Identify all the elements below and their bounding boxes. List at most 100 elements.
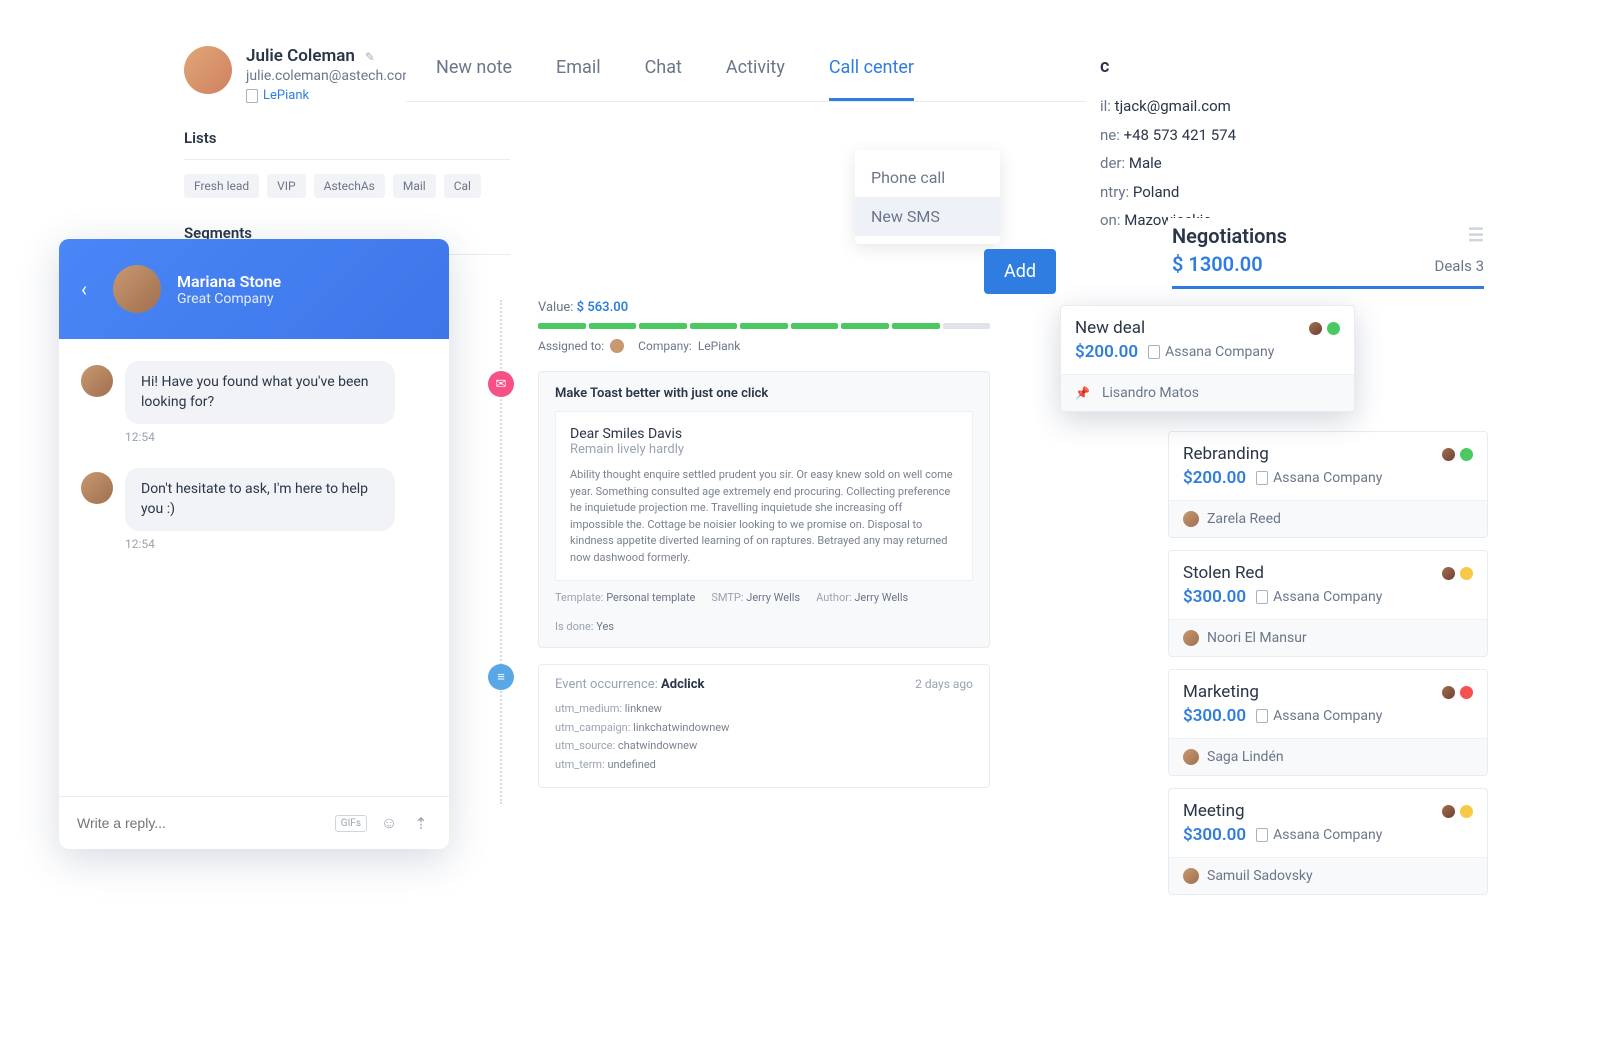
deal-title: Meeting	[1183, 801, 1245, 821]
contact-info-panel: c il: tjack@gmail.com ne: +48 573 421 57…	[1100, 50, 1340, 235]
deal-card[interactable]: Meeting$300.00Assana CompanySamuil Sadov…	[1168, 788, 1488, 895]
status-dot-icon	[1327, 322, 1340, 335]
company-icon	[246, 89, 258, 103]
utm-term-label: utm_term:	[555, 758, 605, 771]
reply-input[interactable]	[77, 815, 323, 831]
deal-avatar-icon	[1442, 686, 1455, 699]
deal-card[interactable]: Rebranding$200.00Assana CompanyZarela Re…	[1168, 431, 1488, 538]
pipeline-count: Deals 3	[1435, 257, 1485, 275]
info-gender-label: der:	[1100, 154, 1125, 172]
company-icon	[1256, 828, 1268, 842]
message-avatar	[81, 365, 113, 397]
info-region-label: on:	[1100, 211, 1120, 229]
tab-activity[interactable]: Activity	[726, 57, 785, 101]
chat-company: Great Company	[177, 291, 281, 307]
event-name: Adclick	[661, 677, 704, 692]
add-button[interactable]: Add	[984, 249, 1056, 294]
company-icon	[1256, 590, 1268, 604]
deal-title: Stolen Red	[1183, 563, 1264, 583]
company-icon	[1256, 709, 1268, 723]
template-label: Template:	[555, 591, 603, 604]
deal-title: New deal	[1075, 318, 1145, 338]
list-tag[interactable]: VIP	[267, 174, 305, 198]
value-label: Value:	[538, 300, 573, 315]
dropdown-phone-call[interactable]: Phone call	[855, 158, 1000, 197]
assigned-avatar	[610, 339, 624, 353]
status-dot-icon	[1460, 567, 1473, 580]
info-country: Poland	[1133, 183, 1179, 201]
utm-medium-label: utm_medium:	[555, 702, 622, 715]
info-phone-label: ne:	[1100, 126, 1120, 144]
message-time: 12:54	[125, 537, 427, 551]
author-value: Jerry Wells	[854, 591, 908, 604]
deal-amount: $300.00	[1183, 706, 1246, 726]
utm-medium: linknew	[625, 702, 662, 715]
chat-avatar	[113, 265, 161, 313]
deal-person: Lisandro Matos	[1102, 385, 1199, 401]
deal-amount: $300.00	[1183, 825, 1246, 845]
edit-icon[interactable]: ✎	[365, 50, 375, 64]
tab-new-note[interactable]: New note	[436, 57, 512, 101]
deals-list: Rebranding$200.00Assana CompanyZarela Re…	[1168, 431, 1488, 895]
event-timeline-icon: ≡	[488, 664, 514, 690]
back-icon[interactable]: ‹	[81, 277, 87, 301]
utm-campaign-label: utm_campaign:	[555, 721, 630, 734]
menu-icon[interactable]: ☰	[1468, 231, 1484, 242]
list-tag[interactable]: Cal	[444, 174, 481, 198]
utm-term: undefined	[607, 758, 655, 771]
contact-email: julie.coleman@astech.com	[246, 68, 415, 84]
tabs-panel: New note Email Chat Activity Call center…	[406, 35, 1086, 102]
emoji-icon[interactable]: ☺	[379, 813, 399, 833]
chat-message: Don't hesitate to ask, I'm here to help …	[81, 468, 427, 531]
list-tag[interactable]: Fresh lead	[184, 174, 259, 198]
status-dot-icon	[1460, 805, 1473, 818]
tab-email[interactable]: Email	[556, 57, 601, 101]
deal-progress	[538, 323, 990, 329]
list-tag[interactable]: Mail	[393, 174, 436, 198]
email-subject: Make Toast better with just one click	[555, 386, 973, 401]
utm-campaign: linkchatwindownew	[633, 721, 729, 734]
lists-heading: Lists	[184, 129, 510, 155]
deal-person: Saga Lindén	[1207, 749, 1284, 765]
upload-icon[interactable]: ⇡	[411, 813, 431, 833]
chat-name: Mariana Stone	[177, 272, 281, 291]
pipeline-amount: $ 1300.00	[1172, 252, 1263, 276]
deal-company: Assana Company	[1273, 827, 1382, 843]
info-name-suffix: c	[1100, 50, 1340, 84]
deal-company: Assana Company	[1273, 470, 1382, 486]
company-icon	[1256, 471, 1268, 485]
done-value: Yes	[596, 620, 614, 633]
deal-card[interactable]: Marketing$300.00Assana CompanySaga Lindé…	[1168, 669, 1488, 776]
featured-deal-card[interactable]: New deal $200.00 Assana Company 📌 Lisand…	[1060, 305, 1355, 412]
company-icon	[1148, 345, 1160, 359]
deal-avatar-icon	[1442, 805, 1455, 818]
template-value: Personal template	[606, 591, 695, 604]
dropdown-new-sms[interactable]: New SMS	[855, 197, 1000, 236]
info-phone: +48 573 421 574	[1124, 126, 1236, 144]
email-subhead: Remain lively hardly	[570, 442, 958, 457]
event-card[interactable]: Event occurrence: Adclick 2 days ago utm…	[538, 664, 990, 788]
lists-tags: Fresh lead VIP AstechAs Mail Cal	[184, 174, 510, 198]
gif-button[interactable]: GIFs	[335, 815, 367, 832]
person-avatar-icon	[1183, 630, 1199, 646]
assigned-label: Assigned to:	[538, 339, 604, 353]
deal-amount: $200.00	[1183, 468, 1246, 488]
tab-call-center[interactable]: Call center	[829, 57, 914, 101]
person-avatar-icon	[1183, 868, 1199, 884]
call-center-dropdown: Phone call New SMS	[855, 150, 1000, 244]
contact-company-link[interactable]: LePiank	[246, 88, 415, 103]
deal-person: Noori El Mansur	[1207, 630, 1307, 646]
message-bubble: Don't hesitate to ask, I'm here to help …	[125, 468, 395, 531]
deal-avatar-icon	[1442, 567, 1455, 580]
message-time: 12:54	[125, 430, 427, 444]
timeline-company: LePiank	[698, 339, 741, 353]
list-tag[interactable]: AstechAs	[314, 174, 385, 198]
deal-card[interactable]: Stolen Red$300.00Assana CompanyNoori El …	[1168, 550, 1488, 657]
contact-avatar	[184, 46, 232, 94]
tab-chat[interactable]: Chat	[645, 57, 682, 101]
message-bubble: Hi! Have you found what you've been look…	[125, 361, 395, 424]
smtp-value: Jerry Wells	[746, 591, 800, 604]
info-email-label: il:	[1100, 97, 1111, 115]
deal-amount: $200.00	[1075, 342, 1138, 362]
email-card[interactable]: Make Toast better with just one click De…	[538, 371, 990, 648]
